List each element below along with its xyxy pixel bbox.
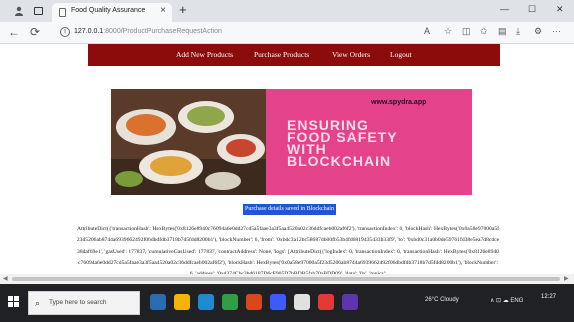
nav-view-orders[interactable]: View Orders xyxy=(332,50,370,59)
scroll-right-icon[interactable]: ▶ xyxy=(564,275,569,282)
settings-menu-icon[interactable]: ··· xyxy=(552,26,561,36)
close-tab-icon[interactable]: × xyxy=(160,5,166,16)
excel-icon[interactable] xyxy=(222,294,238,310)
status-message: Purchase details saved in Blockchain xyxy=(243,204,336,215)
search-placeholder: Type here to search xyxy=(49,299,107,306)
site-info-icon[interactable]: i xyxy=(60,27,70,37)
page-icon xyxy=(59,8,66,17)
banner-site-text: www.spydra.app xyxy=(371,99,427,106)
file-explorer-icon[interactable] xyxy=(174,294,190,310)
search-icon: ⌕ xyxy=(35,298,41,308)
extensions-icon[interactable]: ⚙ xyxy=(534,26,542,37)
taskbar-search[interactable]: ⌕ Type here to search xyxy=(28,291,140,315)
web-page: Add New Products Purchase Products View … xyxy=(0,44,574,274)
media-icon[interactable] xyxy=(318,294,334,310)
windows-start-icon[interactable] xyxy=(8,296,20,308)
food-photo xyxy=(111,89,266,195)
new-tab-button[interactable]: + xyxy=(179,2,187,17)
edge-browser-icon[interactable] xyxy=(198,294,214,310)
banner-headline: ENSURING FOOD SAFETY WITH BLOCKCHAIN xyxy=(287,118,398,169)
downloads-icon[interactable]: ⤓ xyxy=(516,26,520,37)
vscode-icon[interactable] xyxy=(270,294,286,310)
scrollbar-thumb[interactable] xyxy=(12,277,560,281)
hero-banner-image: www.spydra.app ENSURING FOOD SAFETY WITH… xyxy=(111,89,472,195)
minimize-button[interactable]: — xyxy=(500,4,509,14)
browser-window: Food Quality Assurance × + — ☐ ✕ ← ⟳ i 1… xyxy=(0,0,574,322)
weather-widget[interactable]: 26°C Cloudy xyxy=(425,297,459,303)
nav-add-new-products[interactable]: Add New Products xyxy=(176,50,233,59)
clock-time: 12:27 xyxy=(541,294,557,300)
clock[interactable]: 12:27 xyxy=(541,293,556,302)
reload-button[interactable]: ⟳ xyxy=(30,25,40,39)
read-aloud-icon[interactable]: A xyxy=(424,26,430,36)
profile-icon[interactable] xyxy=(14,6,24,16)
task-view-icon[interactable] xyxy=(150,294,166,310)
split-screen-icon[interactable]: ◫ xyxy=(462,26,471,37)
top-navigation: Add New Products Purchase Products View … xyxy=(88,44,500,66)
url-text: 127.0.0.1:8000/ProductPurchaseRequestAct… xyxy=(74,28,222,35)
notepad-icon[interactable] xyxy=(294,294,310,310)
nav-purchase-products[interactable]: Purchase Products xyxy=(254,50,309,59)
system-tray[interactable]: ∧ ⊡ ☁ ENG xyxy=(490,297,523,304)
collections-icon[interactable]: ▤ xyxy=(498,26,507,37)
taskbar: ⌕ Type here to search 26°C Cloudy ∧ ⊡ ☁ … xyxy=(0,284,574,322)
tab-food-quality[interactable]: Food Quality Assurance × xyxy=(52,3,172,22)
back-button[interactable]: ← xyxy=(8,25,20,39)
maximize-button[interactable]: ☐ xyxy=(528,4,536,15)
browser-toolbar: ← ⟳ i 127.0.0.1:8000/ProductPurchaseRequ… xyxy=(0,22,574,44)
transaction-receipt: AttributeDict({'transactionHash': HexByt… xyxy=(76,226,500,274)
headline-line-4: BLOCKCHAIN xyxy=(287,153,392,169)
scroll-left-icon[interactable]: ◀ xyxy=(3,275,8,282)
app-icon[interactable] xyxy=(342,294,358,310)
powerpoint-icon[interactable] xyxy=(246,294,262,310)
tab-actions-icon[interactable] xyxy=(34,7,43,15)
favorite-star-icon[interactable]: ☆ xyxy=(444,26,452,37)
tab-strip: Food Quality Assurance × + — ☐ ✕ xyxy=(0,0,574,22)
horizontal-scrollbar[interactable]: ◀ ▶ xyxy=(0,274,574,284)
favorites-icon[interactable]: ✩ xyxy=(480,26,488,37)
tab-title: Food Quality Assurance xyxy=(71,7,146,14)
nav-logout[interactable]: Logout xyxy=(390,50,412,59)
close-window-button[interactable]: ✕ xyxy=(556,4,564,15)
